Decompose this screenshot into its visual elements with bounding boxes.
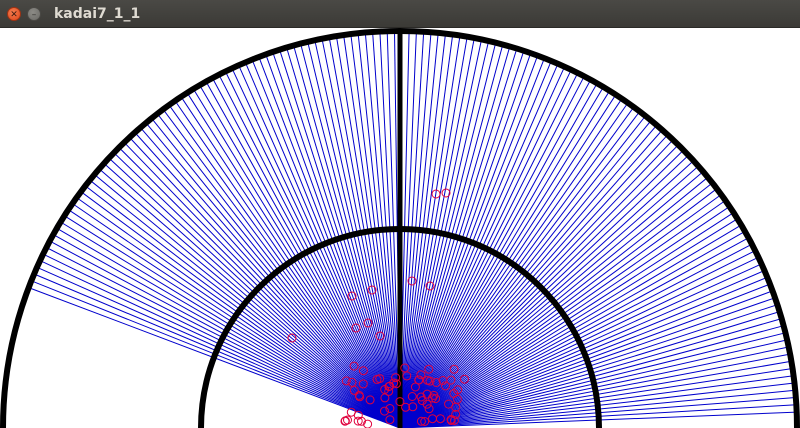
minimize-icon[interactable]: – <box>27 7 41 21</box>
close-icon[interactable]: ✕ <box>7 7 21 21</box>
window-title: kadai7_1_1 <box>54 6 141 22</box>
window-titlebar[interactable]: ✕ – kadai7_1_1 <box>0 0 800 28</box>
circle-arcs <box>0 28 800 428</box>
drawing-canvas <box>0 28 800 428</box>
